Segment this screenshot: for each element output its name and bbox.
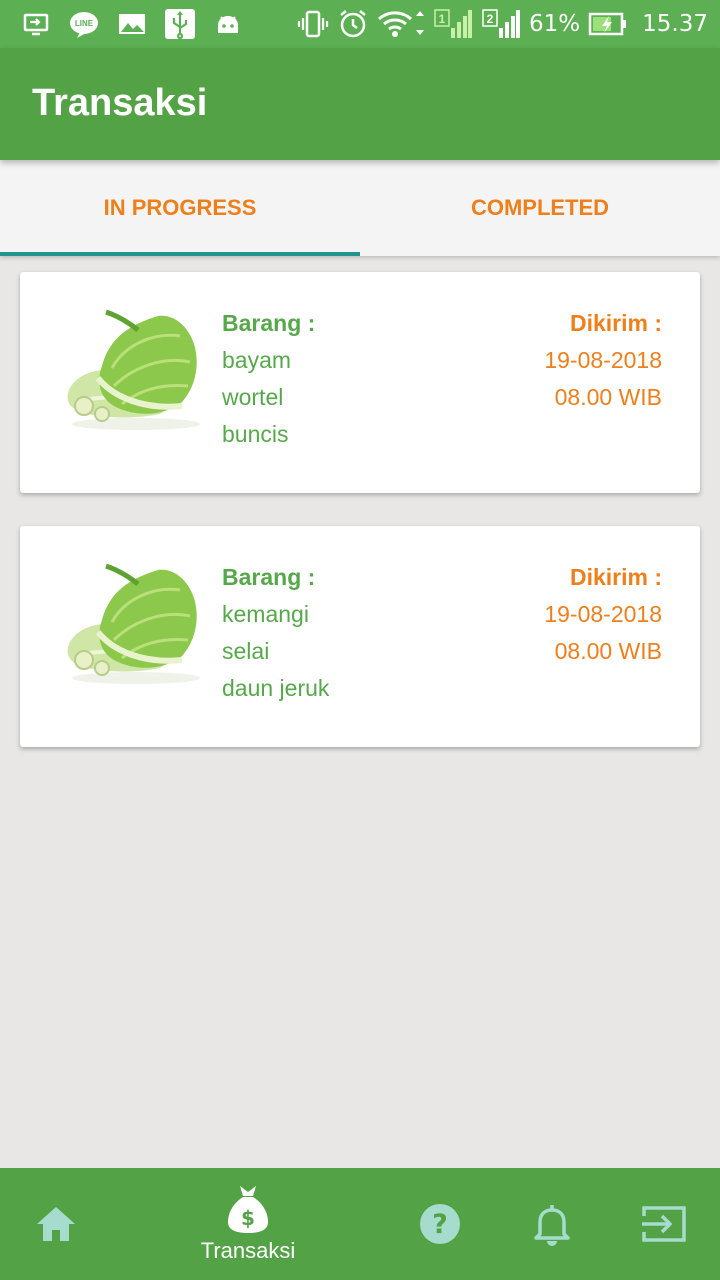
battery-charging-icon — [588, 8, 628, 40]
svg-text:2: 2 — [487, 12, 494, 26]
ship-date: 19-08-2018 — [544, 601, 662, 627]
status-bar: LINE 1 2 61% 15.37 — [0, 0, 720, 48]
item-name: daun jeruk — [222, 675, 330, 701]
order-card[interactable]: Barang : bayam wortel buncis Dikirim : 1… — [20, 272, 700, 493]
ship-date: 19-08-2018 — [544, 347, 662, 373]
home-icon — [37, 1207, 75, 1241]
usb-icon — [164, 8, 196, 40]
order-card[interactable]: Barang : kemangi selai daun jeruk Dikiri… — [20, 526, 700, 747]
logout-icon — [642, 1206, 686, 1242]
app-bar: Transaksi — [0, 48, 720, 160]
signal-sim1-icon: 1 — [433, 8, 473, 40]
nav-logout[interactable] — [622, 1168, 706, 1280]
screen-cast-icon — [20, 8, 52, 40]
nav-label: Transaksi — [200, 1238, 296, 1263]
lettuce-image — [62, 560, 210, 700]
tab-completed[interactable]: COMPLETED — [360, 160, 720, 256]
tab-in-progress[interactable]: IN PROGRESS — [0, 160, 360, 256]
shipping-info: Dikirim : 19-08-2018 08.00 WIB — [544, 562, 662, 673]
item-name: wortel — [222, 384, 284, 410]
svg-text:$: $ — [241, 1206, 255, 1230]
nav-transaksi[interactable]: $ Transaksi — [178, 1168, 318, 1280]
bottom-navigation: $ Transaksi ? — [0, 1168, 720, 1280]
ship-label: Dikirim : — [569, 564, 662, 590]
nav-notifications[interactable] — [512, 1168, 592, 1280]
alarm-icon — [337, 8, 369, 40]
clock-time: 15.37 — [642, 11, 708, 37]
signal-sim2-icon: 2 — [481, 8, 521, 40]
image-icon — [116, 8, 148, 40]
items-label: Barang : — [222, 310, 316, 336]
page-title: Transaksi — [32, 82, 208, 124]
android-icon — [212, 8, 244, 40]
ship-time: 08.00 WIB — [554, 638, 662, 664]
wifi-icon — [377, 8, 425, 40]
nav-help[interactable]: ? — [400, 1168, 480, 1280]
shipping-info: Dikirim : 19-08-2018 08.00 WIB — [544, 308, 662, 419]
bell-icon — [534, 1205, 570, 1246]
lettuce-image — [62, 306, 210, 446]
tab-label: COMPLETED — [470, 195, 610, 220]
tab-bar: IN PROGRESS COMPLETED — [0, 160, 720, 256]
order-list: Barang : bayam wortel buncis Dikirim : 1… — [20, 272, 700, 780]
order-items: Barang : bayam wortel buncis — [222, 308, 315, 456]
help-icon: ? — [420, 1204, 460, 1244]
items-label: Barang : — [222, 564, 316, 590]
item-name: bayam — [222, 347, 292, 373]
order-items: Barang : kemangi selai daun jeruk — [222, 562, 329, 710]
svg-text:LINE: LINE — [75, 19, 94, 28]
item-name: kemangi — [222, 601, 309, 627]
svg-text:?: ? — [432, 1209, 448, 1240]
nav-home[interactable] — [16, 1168, 96, 1280]
ship-time: 08.00 WIB — [554, 384, 662, 410]
svg-text:1: 1 — [439, 12, 446, 26]
item-name: buncis — [222, 421, 289, 447]
battery-percent: 61% — [529, 11, 581, 37]
item-name: selai — [222, 638, 270, 664]
vibrate-icon — [297, 8, 329, 40]
line-app-icon: LINE — [68, 8, 100, 40]
money-bag-icon: $ — [228, 1186, 268, 1233]
tab-label: IN PROGRESS — [103, 195, 257, 220]
ship-label: Dikirim : — [569, 310, 662, 336]
